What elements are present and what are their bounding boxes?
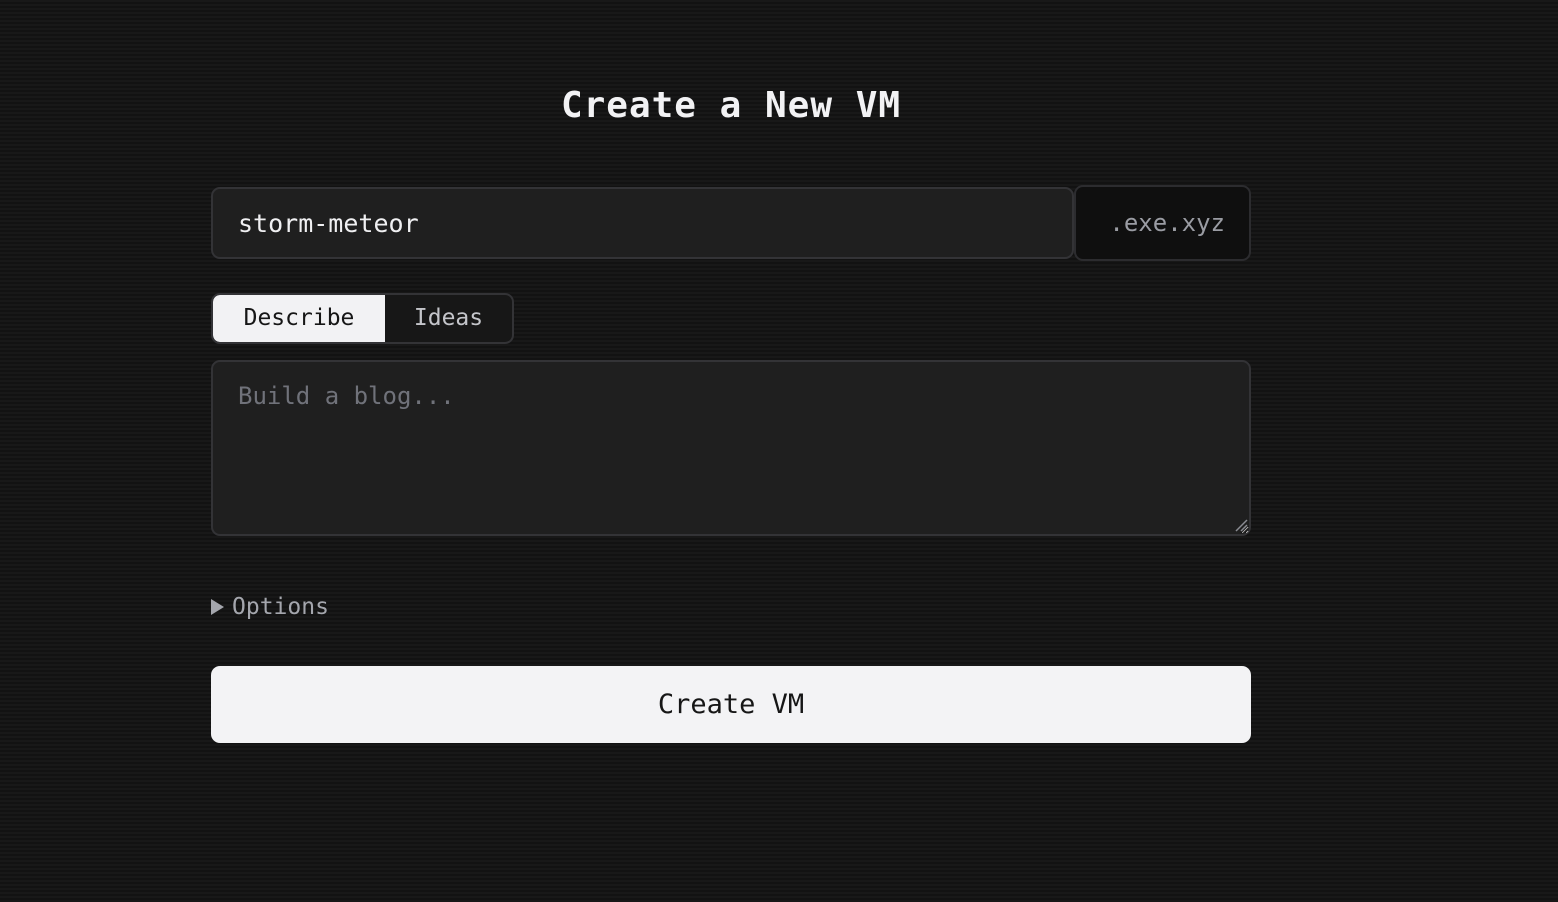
domain-suffix: .exe.xyz [1074, 185, 1251, 261]
prompt-mode-tabs: Describe Ideas [211, 293, 514, 344]
caret-right-icon [211, 599, 224, 615]
tab-describe[interactable]: Describe [213, 295, 385, 342]
resize-handle-icon[interactable] [1234, 518, 1248, 532]
options-label: Options [232, 594, 329, 620]
page-title: Create a New VM [560, 85, 902, 126]
create-vm-button[interactable]: Create VM [211, 666, 1251, 743]
prompt-textarea[interactable] [211, 360, 1251, 536]
vm-name-input[interactable] [211, 187, 1074, 259]
tab-ideas[interactable]: Ideas [385, 295, 512, 342]
vm-name-row: .exe.xyz [211, 185, 1251, 261]
options-toggle[interactable]: Options [211, 592, 329, 622]
